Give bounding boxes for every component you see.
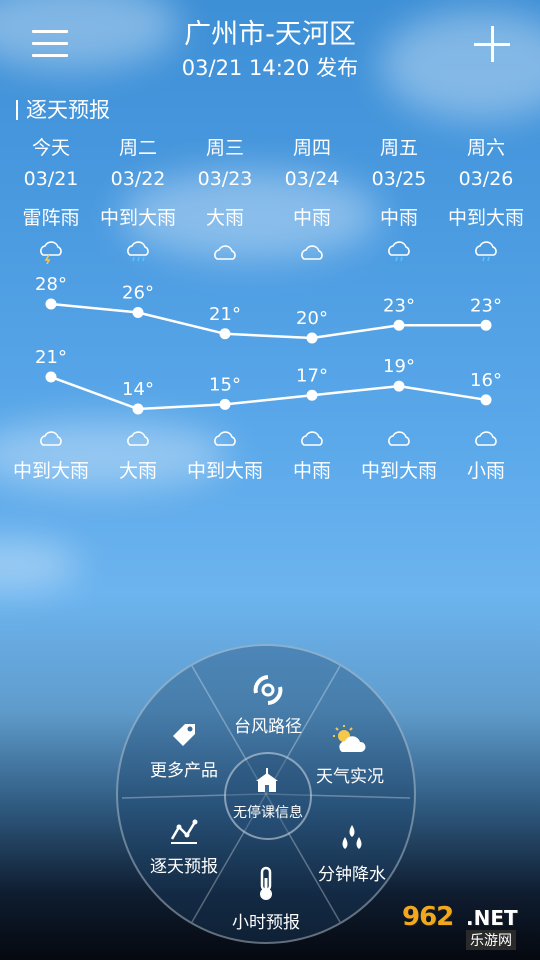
night-weather-label: 中到大雨 [186, 460, 263, 482]
weekday-label: 周六 [466, 137, 505, 159]
school-icon [256, 768, 278, 792]
high-temp-label: 26° [122, 283, 154, 304]
date-row: 03/21 03/22 03/23 03/24 03/25 03/26 [0, 168, 540, 198]
low-temp-label: 14° [122, 379, 154, 400]
cloud-icon [214, 431, 236, 446]
typhoon-path-label: 台风路径 [234, 717, 302, 737]
cloud-icon [475, 431, 497, 446]
daily-forecast-label: 逐天预报 [150, 857, 218, 877]
current-weather-button[interactable]: 天气实况 [316, 724, 384, 787]
add-city-icon[interactable] [474, 26, 510, 62]
watermark-number: 962 [402, 902, 454, 932]
low-temp-point [480, 394, 492, 406]
daily-forecast-button[interactable]: 逐天预报 [150, 816, 218, 877]
weekday-label: 周五 [379, 137, 418, 159]
section-bar [16, 100, 18, 120]
tag-icon [173, 724, 195, 746]
cloud-icon [301, 431, 323, 446]
hourly-forecast-button[interactable]: 小时预报 [232, 866, 300, 933]
low-temp-point [306, 389, 318, 401]
cloud-icon [388, 431, 410, 446]
thermometer-icon [260, 866, 272, 900]
date-label: 03/25 [371, 168, 427, 190]
low-temp-label: 21° [35, 347, 67, 368]
high-temp-label: 20° [296, 308, 328, 329]
high-temp-point [132, 307, 144, 318]
publish-time: 03/21 14:20 发布 [181, 56, 359, 80]
day-weather-label: 中雨 [292, 207, 331, 229]
low-temp-point [45, 371, 57, 383]
trend-chart-icon [170, 819, 198, 844]
date-label: 03/21 [23, 168, 79, 190]
night-weather-label: 中到大雨 [360, 460, 437, 482]
date-label: 03/22 [110, 168, 166, 190]
app-header: 广州市-天河区 03/21 14:20 发布 [0, 0, 540, 90]
site-watermark: 962 .NET 乐游网 [402, 902, 532, 954]
high-temp-point [45, 298, 57, 310]
sun-cloud-icon [333, 725, 366, 752]
high-temp-label: 23° [470, 295, 502, 316]
temperature-chart: 28° 26° 21° 20° 23° 23° 21° 14° 15° 17° 19° 16° [35, 274, 502, 415]
weekday-row: 今天 周二 周三 周四 周五 周六 [0, 133, 540, 163]
typhoon-icon [253, 675, 283, 705]
raindrops-icon [342, 825, 362, 849]
day-weather-label: 中雨 [379, 207, 418, 229]
high-temp-line [50, 302, 486, 340]
night-weather-label: 中雨 [292, 460, 331, 482]
date-label: 03/24 [284, 168, 340, 190]
low-temp-label: 19° [383, 356, 415, 377]
current-weather-label: 天气实况 [316, 767, 384, 787]
city-title[interactable]: 广州市-天河区 [0, 12, 540, 51]
day-weather-row: 雷阵雨 中到大雨 大雨 中雨 中雨 中到大雨 [0, 203, 540, 233]
school-closure-button[interactable]: 无停课信息 [224, 752, 312, 840]
night-weather-row: 中到大雨 大雨 中到大雨 中雨 中到大雨 小雨 [0, 456, 540, 486]
date-label: 03/23 [197, 168, 253, 190]
high-temp-label: 28° [35, 274, 67, 295]
date-label: 03/26 [458, 168, 514, 190]
section-title: 逐天预报 [16, 94, 110, 124]
minute-rain-label: 分钟降水 [318, 865, 386, 885]
low-temp-point [393, 380, 405, 392]
day-weather-label: 大雨 [205, 207, 244, 229]
cloud-icon [127, 431, 149, 446]
night-weather-label: 小雨 [466, 460, 505, 482]
low-temp-line [50, 375, 487, 411]
low-temp-point [132, 403, 144, 415]
night-weather-label: 大雨 [118, 460, 157, 482]
function-dial: 无停课信息 台风路径 天气实况 分钟降水 小时预报 逐天预报 更多产品 [116, 644, 416, 944]
weekday-label: 周三 [205, 137, 244, 159]
day-weather-label: 雷阵雨 [22, 207, 80, 229]
high-temp-point [219, 328, 231, 340]
hourly-forecast-label: 小时预报 [232, 913, 300, 933]
typhoon-path-button[interactable]: 台风路径 [234, 674, 302, 737]
low-temp-point [219, 398, 231, 410]
more-products-button[interactable]: 更多产品 [150, 720, 218, 781]
section-title-label: 逐天预报 [26, 98, 110, 122]
cloud-icon [40, 431, 62, 446]
school-closure-label: 无停课信息 [233, 805, 303, 821]
high-temp-label: 23° [383, 295, 415, 316]
low-temp-label: 15° [209, 374, 241, 395]
high-temp-point [480, 319, 492, 331]
weekday-label: 周二 [118, 137, 157, 159]
night-weather-label: 中到大雨 [12, 460, 89, 482]
low-temp-label: 16° [470, 370, 502, 391]
more-products-label: 更多产品 [150, 761, 218, 781]
high-temp-point [393, 319, 405, 331]
weekday-label: 今天 [31, 137, 70, 159]
minute-rain-button[interactable]: 分钟降水 [318, 822, 386, 885]
watermark-site: 乐游网 [466, 930, 516, 950]
high-temp-point [306, 332, 318, 344]
watermark-suffix: .NET [466, 906, 518, 930]
low-temp-label: 17° [296, 365, 328, 386]
weekday-label: 周四 [292, 137, 331, 159]
high-temp-label: 21° [209, 304, 241, 325]
day-weather-label: 中到大雨 [447, 207, 524, 229]
day-weather-label: 中到大雨 [99, 207, 176, 229]
